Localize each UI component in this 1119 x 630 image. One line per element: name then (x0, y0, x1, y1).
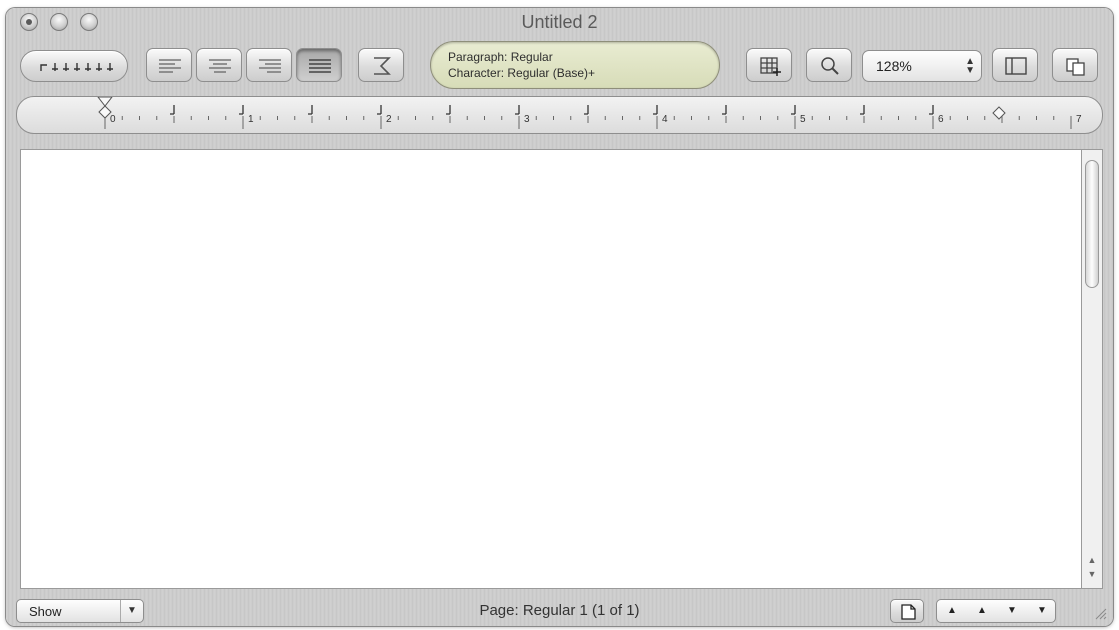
tab-stop-marker[interactable] (308, 105, 313, 115)
first-line-indent-marker[interactable] (97, 97, 113, 107)
character-style-text: Character: Regular (Base)+ (448, 66, 596, 80)
align-left-icon (159, 59, 181, 73)
tab-stop-marker[interactable] (860, 105, 865, 115)
justify-icon (309, 59, 331, 73)
page-icon (901, 604, 916, 620)
title-bar: Untitled 2 (6, 8, 1113, 36)
ruler-label: 2 (386, 114, 392, 125)
right-indent-marker[interactable] (992, 106, 1006, 120)
toggle-sidebar-button[interactable] (992, 48, 1038, 82)
page-navigation: ▲ ▲ ▼ ▼ (936, 599, 1056, 623)
page-thumbnail-button[interactable] (890, 599, 924, 623)
scroll-up-icon[interactable]: ▲ (1082, 555, 1102, 565)
vertical-scrollbar[interactable]: ▲ ▼ (1082, 149, 1103, 589)
ruler-label: 5 (800, 114, 806, 125)
tab-stop-marker[interactable] (929, 105, 934, 115)
previous-page-icon[interactable]: ▲ (967, 600, 997, 622)
document-text-area[interactable] (20, 149, 1082, 589)
tab-stops-icon (40, 63, 113, 71)
tab-stop-marker[interactable] (446, 105, 451, 115)
insert-table-button[interactable] (746, 48, 792, 82)
zoom-value: 128% (876, 58, 912, 74)
next-page-icon[interactable]: ▼ (997, 600, 1027, 622)
zoom-stepper-icon: ▲ ▼ (965, 56, 975, 76)
invisibles-button[interactable] (358, 48, 404, 82)
window-title: Untitled 2 (521, 12, 598, 32)
document-window: Untitled 2 Paragraph: Regular Character:… (6, 8, 1113, 626)
ruler[interactable]: 0 1 2 3 4 5 6 7 (16, 96, 1103, 134)
tab-stop-marker[interactable] (722, 105, 727, 115)
invisibles-icon (374, 57, 391, 75)
ruler-label: 1 (248, 114, 254, 125)
tab-stop-marker[interactable] (515, 105, 520, 115)
tab-stop-marker[interactable] (653, 105, 658, 115)
resize-grip-icon[interactable] (1093, 606, 1107, 620)
search-icon (821, 57, 839, 75)
scrollbar-thumb[interactable] (1085, 160, 1099, 288)
justify-button[interactable] (296, 48, 342, 82)
align-center-icon (209, 59, 231, 73)
ruler-label: 3 (524, 114, 530, 125)
zoom-select[interactable]: 128% ▲ ▼ (862, 50, 982, 82)
ruler-label: 4 (662, 114, 668, 125)
align-left-button[interactable] (146, 48, 192, 82)
ruler-label: 7 (1076, 114, 1082, 125)
sidebar-icon (1005, 57, 1027, 75)
status-bar: Show ▼ Page: Regular 1 (1 of 1) ▲ ▲ ▼ ▼ (6, 592, 1113, 626)
page-layout-button[interactable] (1052, 48, 1098, 82)
ruler-label: 6 (938, 114, 944, 125)
align-right-button[interactable] (246, 48, 292, 82)
ruler-label: 0 (110, 114, 116, 125)
table-icon (760, 57, 781, 76)
style-status-display: Paragraph: Regular Character: Regular (B… (430, 41, 720, 89)
tab-stop-marker[interactable] (377, 105, 382, 115)
scroll-down-icon[interactable]: ▼ (1082, 569, 1102, 579)
search-button[interactable] (806, 48, 852, 82)
paragraph-style-text: Paragraph: Regular (448, 50, 553, 64)
first-page-icon[interactable]: ▲ (937, 600, 967, 622)
tab-stop-marker[interactable] (170, 105, 175, 115)
page-layout-icon (1066, 58, 1085, 76)
tab-stop-marker[interactable] (239, 105, 244, 115)
align-right-icon (259, 59, 281, 73)
tab-stop-marker[interactable] (791, 105, 796, 115)
tab-stops-button[interactable] (20, 50, 128, 82)
tab-stop-marker[interactable] (584, 105, 589, 115)
align-center-button[interactable] (196, 48, 242, 82)
last-page-icon[interactable]: ▼ (1027, 600, 1057, 622)
